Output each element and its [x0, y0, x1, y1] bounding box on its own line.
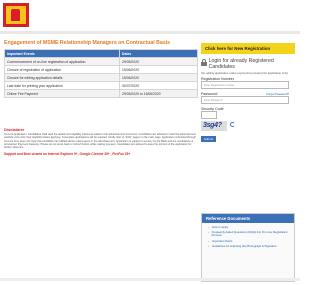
reference-documents-list: › How to Apply › Frequently Asked Questi…	[202, 223, 294, 248]
disclaimer-title: Disclaimer	[4, 127, 25, 132]
login-subtitle: (for editing application online payment/…	[201, 71, 288, 75]
submit-button[interactable]: Submit	[201, 136, 216, 143]
date-cell: 30/07/2020	[119, 81, 198, 90]
security-code-label: Security Code	[201, 107, 224, 112]
refresh-captcha-icon[interactable]	[230, 122, 235, 128]
password-input[interactable]: Enter Password	[201, 96, 289, 105]
reference-documents-title: Reference Documents	[202, 214, 294, 223]
main-content: Engagement of MSME Relationship Managers…	[4, 40, 198, 98]
date-cell: 29/05/2020 to 15/06/2020	[119, 89, 198, 98]
disclaimer-section: Disclaimer On-Line Application: Candidat…	[4, 127, 198, 156]
table-header-events: Important Events	[4, 49, 120, 58]
event-cell: Last date for printing your application	[4, 81, 120, 90]
login-panel: Login for already Registered Candidates …	[201, 58, 295, 143]
lock-icon	[201, 59, 207, 66]
reference-link-label: Frequently Asked Questions (FAQs) For On…	[211, 230, 288, 238]
security-code-input[interactable]	[201, 111, 217, 120]
table-row: Last date for printing your application …	[4, 81, 198, 90]
registration-number-input[interactable]: Enter Registration number	[201, 81, 289, 90]
captcha-row: 3sg4?	[201, 121, 295, 133]
password-label: Password:	[201, 92, 218, 97]
browser-support-note: Support and Best viewed on Internet Expl…	[4, 152, 131, 157]
table-row: Online Fee Payment 29/05/2020 to 15/06/2…	[4, 89, 198, 98]
reference-link-label: Important Points	[212, 238, 233, 243]
login-title: Login for already Registered Candidates	[208, 58, 274, 70]
event-cell: Closure for editing application details	[4, 73, 120, 82]
captcha-image: 3sg4?	[201, 121, 227, 132]
new-registration-button[interactable]: Click here for New Registration	[201, 43, 295, 54]
disclaimer-text: On-Line Application: Candidates shall re…	[4, 133, 197, 150]
event-cell: Commencement of on-line registration of …	[4, 57, 120, 66]
table-row: Commencement of on-line registration of …	[4, 57, 198, 66]
date-cell: 15/06/2020	[119, 65, 198, 74]
reference-documents-panel: Reference Documents › How to Apply › Fre…	[201, 213, 295, 282]
event-cell: Online Fee Payment	[4, 89, 120, 98]
login-header: Login for already Registered Candidates	[201, 58, 295, 70]
header-divider	[0, 31, 300, 34]
date-cell: 29/05/2020	[119, 57, 198, 66]
reference-link-scanning-guidelines[interactable]: › Guidelines for scanning the Photograph…	[208, 243, 291, 248]
forgot-password-link[interactable]: Forgot Password?	[266, 92, 289, 96]
reference-link-important-points[interactable]: › Important Points	[208, 238, 291, 243]
footer-bar	[0, 278, 300, 281]
page-title: Engagement of MSME Relationship Managers…	[4, 40, 171, 46]
bank-logo	[3, 3, 29, 27]
event-cell: Closure of registration of application	[4, 65, 120, 74]
reference-link-faq[interactable]: › Frequently Asked Questions (FAQs) For …	[208, 230, 291, 238]
captcha-text: 3sg4?	[203, 122, 222, 130]
table-row: Closure of registration of application 1…	[4, 65, 198, 74]
table-header-row: Important Events Dates	[4, 49, 198, 58]
reference-link-label: How to Apply	[212, 225, 229, 229]
table-row: Closure for editing application details …	[4, 73, 198, 82]
important-events-table: Important Events Dates Commencement of o…	[4, 49, 198, 98]
header	[0, 0, 300, 30]
date-cell: 15/06/2020	[119, 73, 198, 82]
reference-link-how-to-apply[interactable]: › How to Apply	[208, 225, 291, 229]
table-header-dates: Dates	[119, 49, 198, 58]
reference-link-label: Guidelines for scanning the Photograph &…	[212, 243, 277, 248]
